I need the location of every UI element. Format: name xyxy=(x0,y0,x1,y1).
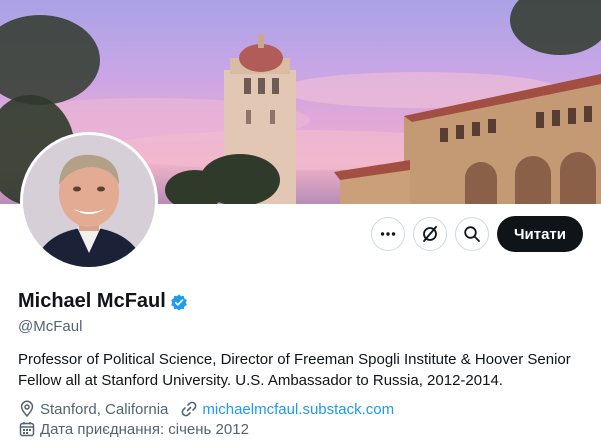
avatar-photo xyxy=(23,135,155,267)
grok-icon xyxy=(421,225,439,243)
location-text: Stanford, California xyxy=(40,400,169,418)
more-horizontal-icon xyxy=(379,225,397,243)
verified-badge-icon[interactable] xyxy=(170,293,188,311)
avatar-frame[interactable] xyxy=(20,132,158,270)
profile-handle: @McFaul xyxy=(18,318,83,335)
website-link[interactable]: michaelmcfaul.substack.com xyxy=(202,401,394,418)
more-button[interactable] xyxy=(370,217,405,251)
profile-joined-row: Дата приєднання: січень 2012 xyxy=(18,420,261,438)
calendar-icon xyxy=(18,420,36,438)
avatar[interactable] xyxy=(23,135,155,267)
follow-button[interactable]: Читати xyxy=(496,216,583,252)
display-name: Michael McFaul xyxy=(18,290,166,312)
grok-button[interactable] xyxy=(412,217,447,251)
search-icon xyxy=(463,225,481,243)
profile-actions: Читати xyxy=(370,216,583,252)
profile-bio: Professor of Political Science, Director… xyxy=(18,351,571,389)
website-item[interactable]: michaelmcfaul.substack.com xyxy=(180,400,394,418)
profile-name-row: Michael McFaul xyxy=(18,290,188,313)
joined-text: Дата приєднання: січень 2012 xyxy=(40,420,249,438)
location-pin-icon xyxy=(18,400,36,418)
link-icon xyxy=(180,400,198,418)
location-item: Stanford, California xyxy=(18,400,168,418)
profile-meta-row: Stanford, California michaelmcfaul.subst… xyxy=(18,400,406,418)
joined-item: Дата приєднання: січень 2012 xyxy=(18,420,249,438)
search-button[interactable] xyxy=(454,217,489,251)
